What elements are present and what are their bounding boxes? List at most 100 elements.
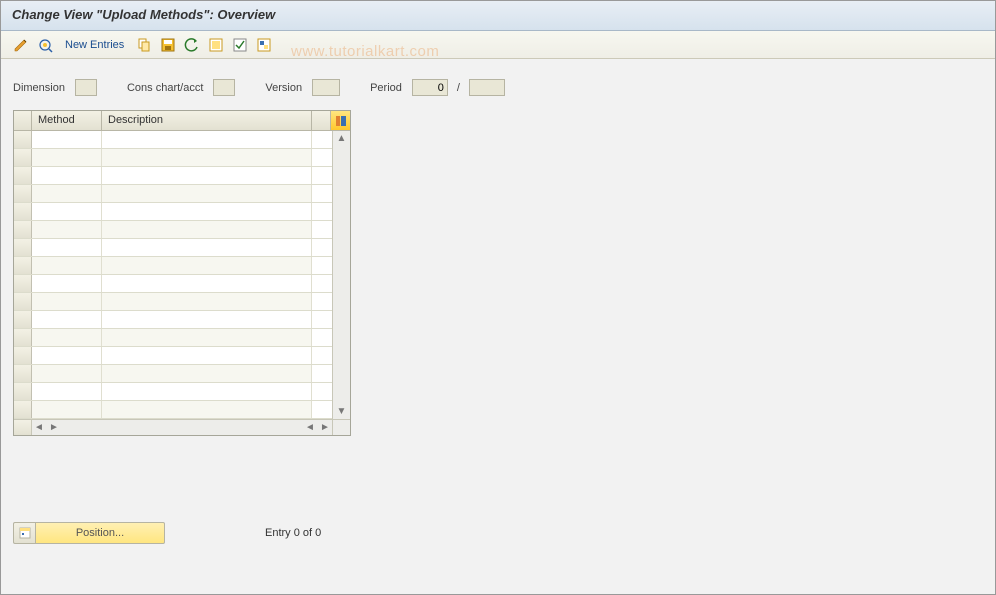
table-row[interactable] [14, 365, 332, 383]
cell-description[interactable] [102, 131, 312, 148]
cell-method[interactable] [32, 347, 102, 364]
cell-description[interactable] [102, 365, 312, 382]
table-row[interactable] [14, 185, 332, 203]
row-selector[interactable] [14, 257, 32, 274]
table-row[interactable] [14, 275, 332, 293]
copy-icon[interactable] [134, 35, 154, 55]
footer: Position... Entry 0 of 0 [13, 522, 321, 544]
cell-description[interactable] [102, 221, 312, 238]
cell-method[interactable] [32, 131, 102, 148]
new-entries-button[interactable]: New Entries [65, 39, 124, 51]
table-row[interactable] [14, 149, 332, 167]
dimension-field[interactable] [75, 79, 97, 96]
row-selector[interactable] [14, 185, 32, 202]
cell-method[interactable] [32, 257, 102, 274]
cell-description[interactable] [102, 293, 312, 310]
row-selector[interactable] [14, 383, 32, 400]
cell-description[interactable] [102, 401, 312, 418]
table-row[interactable] [14, 347, 332, 365]
toggle-change-mode-icon[interactable] [11, 35, 31, 55]
table-row[interactable] [14, 293, 332, 311]
period-separator: / [457, 82, 460, 94]
cell-method[interactable] [32, 167, 102, 184]
row-selector[interactable] [14, 401, 32, 418]
undo-icon[interactable] [182, 35, 202, 55]
row-selector[interactable] [14, 239, 32, 256]
cell-description[interactable] [102, 203, 312, 220]
app-toolbar: New Entries [1, 31, 995, 59]
table-row[interactable] [14, 239, 332, 257]
table-row[interactable] [14, 131, 332, 149]
position-button[interactable]: Position... [35, 522, 165, 544]
cell-method[interactable] [32, 329, 102, 346]
row-selector[interactable] [14, 131, 32, 148]
scroll-up-icon[interactable]: ▲ [333, 131, 350, 146]
cell-method[interactable] [32, 401, 102, 418]
delete-icon[interactable] [254, 35, 274, 55]
scroll-right-inner-icon[interactable]: ► [47, 421, 61, 435]
cell-method[interactable] [32, 149, 102, 166]
version-field[interactable] [312, 79, 340, 96]
cell-description[interactable] [102, 257, 312, 274]
row-selector[interactable] [14, 275, 32, 292]
position-icon[interactable] [13, 522, 35, 544]
row-selector[interactable] [14, 293, 32, 310]
table-row[interactable] [14, 401, 332, 419]
cell-method[interactable] [32, 383, 102, 400]
period-year-field[interactable] [469, 79, 505, 96]
cell-method[interactable] [32, 311, 102, 328]
cell-description[interactable] [102, 275, 312, 292]
table-row[interactable] [14, 167, 332, 185]
save-icon[interactable] [158, 35, 178, 55]
cell-description[interactable] [102, 185, 312, 202]
cell-method[interactable] [32, 365, 102, 382]
row-selector-header[interactable] [14, 111, 32, 130]
table-settings-icon[interactable] [330, 111, 350, 130]
cons-chart-field[interactable] [213, 79, 235, 96]
table-header: Method Description [14, 111, 350, 131]
deselect-all-icon[interactable] [230, 35, 250, 55]
row-selector[interactable] [14, 167, 32, 184]
table-body [14, 131, 332, 419]
vertical-scrollbar[interactable]: ▲ ▼ [332, 131, 350, 419]
table-row[interactable] [14, 311, 332, 329]
cell-method[interactable] [32, 275, 102, 292]
select-all-icon[interactable] [206, 35, 226, 55]
cell-description[interactable] [102, 347, 312, 364]
horizontal-scrollbar[interactable]: ◄ ► ◄ ► [32, 420, 332, 435]
cell-description[interactable] [102, 383, 312, 400]
table-row[interactable] [14, 383, 332, 401]
other-entry-icon[interactable] [35, 35, 55, 55]
row-selector[interactable] [14, 203, 32, 220]
cell-method[interactable] [32, 239, 102, 256]
cell-method[interactable] [32, 221, 102, 238]
page-title: Change View "Upload Methods": Overview [1, 1, 995, 31]
scroll-left-inner-icon[interactable]: ◄ [303, 421, 317, 435]
row-selector[interactable] [14, 329, 32, 346]
scroll-left-icon[interactable]: ◄ [32, 421, 46, 435]
cell-description[interactable] [102, 149, 312, 166]
cell-method[interactable] [32, 185, 102, 202]
cell-method[interactable] [32, 203, 102, 220]
table-row[interactable] [14, 221, 332, 239]
cell-description[interactable] [102, 167, 312, 184]
row-selector[interactable] [14, 149, 32, 166]
table-row[interactable] [14, 203, 332, 221]
cell-method[interactable] [32, 293, 102, 310]
cell-description[interactable] [102, 239, 312, 256]
cell-description[interactable] [102, 329, 312, 346]
column-header-method[interactable]: Method [32, 111, 102, 130]
row-selector[interactable] [14, 365, 32, 382]
table-row[interactable] [14, 257, 332, 275]
scroll-down-icon[interactable]: ▼ [333, 404, 350, 419]
period-field[interactable] [412, 79, 448, 96]
row-selector[interactable] [14, 221, 32, 238]
row-selector[interactable] [14, 347, 32, 364]
period-label: Period [370, 82, 402, 94]
table-row[interactable] [14, 329, 332, 347]
cell-description[interactable] [102, 311, 312, 328]
column-header-description[interactable]: Description [102, 111, 312, 130]
scroll-right-icon[interactable]: ► [318, 421, 332, 435]
row-selector[interactable] [14, 311, 32, 328]
title-text: Change View "Upload Methods": Overview [12, 7, 275, 22]
